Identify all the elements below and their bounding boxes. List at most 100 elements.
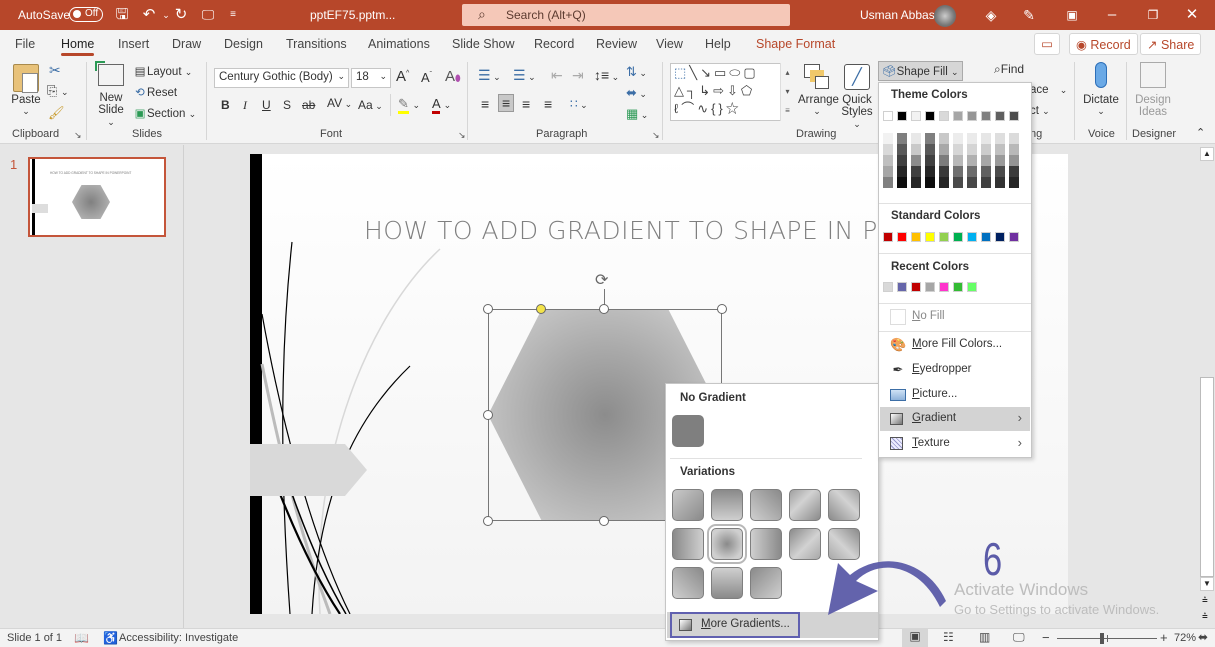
color-swatch[interactable] — [981, 155, 991, 166]
tab-help[interactable]: Help — [705, 37, 731, 51]
resize-handle-tr[interactable] — [717, 304, 727, 314]
user-name[interactable]: Usman Abbasi — [860, 8, 937, 22]
color-swatch[interactable] — [981, 111, 991, 121]
search-box[interactable]: ⌕ Search (Alt+Q) — [462, 4, 790, 26]
tab-design[interactable]: Design — [224, 37, 263, 51]
increase-indent-icon[interactable]: ⇥ — [572, 67, 584, 84]
font-color-button[interactable]: A ⌄ — [432, 96, 451, 114]
color-swatch[interactable] — [897, 111, 907, 121]
gradient-variation-swatch[interactable] — [828, 489, 860, 521]
bold-button[interactable]: B — [221, 98, 230, 112]
color-swatch[interactable] — [995, 166, 1005, 177]
color-swatch[interactable] — [939, 144, 949, 155]
columns-icon[interactable]: ∷ ⌄ — [570, 97, 588, 111]
change-case-button[interactable]: Aa ⌄ — [358, 98, 383, 112]
paste-button[interactable]: Paste ⌄ — [10, 64, 42, 117]
italic-button[interactable]: I — [243, 98, 247, 113]
comments-button[interactable]: ▭ — [1034, 33, 1060, 55]
color-swatch[interactable] — [925, 282, 935, 292]
tab-record[interactable]: Record — [534, 37, 574, 51]
character-spacing-button[interactable]: AV ⌄ — [327, 96, 352, 110]
cut-icon[interactable]: ✂ — [49, 62, 61, 79]
align-center-icon[interactable]: ≡ — [498, 94, 515, 112]
avatar[interactable] — [934, 5, 956, 27]
font-launcher-icon[interactable]: ↘ — [458, 130, 466, 141]
color-swatch[interactable] — [883, 232, 893, 242]
more-fill-colors-item[interactable]: 🎨 More Fill Colors... — [880, 333, 1030, 357]
color-swatch[interactable] — [925, 232, 935, 242]
color-swatch[interactable] — [981, 144, 991, 155]
slide-thumbnail[interactable]: HOW TO ADD GRADIENT TO SHAPE IN POWERPOI… — [28, 157, 166, 237]
tab-animations[interactable]: Animations — [368, 37, 430, 51]
resize-handle-bl[interactable] — [483, 516, 493, 526]
color-swatch[interactable] — [939, 177, 949, 188]
color-swatch[interactable] — [967, 111, 977, 121]
color-swatch[interactable] — [1009, 111, 1019, 121]
scroll-down-icon[interactable]: ▼ — [1200, 577, 1214, 591]
gradient-variation-swatch[interactable] — [750, 489, 782, 521]
resize-handle-tl[interactable] — [483, 304, 493, 314]
picture-item[interactable]: Picture... — [880, 383, 1030, 407]
collapse-ribbon-icon[interactable]: ⌃ — [1196, 126, 1205, 139]
slide-title[interactable]: HOW TO ADD GRADIENT TO SHAPE IN POWER — [364, 216, 957, 245]
search-input[interactable]: Search (Alt+Q) — [506, 8, 586, 22]
color-swatch[interactable] — [967, 133, 977, 144]
color-swatch[interactable] — [953, 282, 963, 292]
color-swatch[interactable] — [925, 166, 935, 177]
texture-item[interactable]: Texture › — [880, 432, 1030, 456]
shadow-button[interactable]: S — [283, 98, 291, 112]
tab-draw[interactable]: Draw — [172, 37, 201, 51]
color-swatch[interactable] — [1009, 166, 1019, 177]
color-swatch[interactable] — [967, 144, 977, 155]
tab-transitions[interactable]: Transitions — [286, 37, 347, 51]
dictate-button[interactable]: Dictate ⌄ — [1082, 62, 1120, 117]
color-swatch[interactable] — [897, 155, 907, 166]
color-swatch[interactable] — [911, 177, 921, 188]
color-swatch[interactable] — [925, 111, 935, 121]
color-swatch[interactable] — [995, 177, 1005, 188]
no-fill-item[interactable]: No Fill — [880, 305, 1030, 329]
shrink-font-icon[interactable]: Aˇ — [421, 70, 432, 85]
align-right-icon[interactable]: ≡ — [522, 96, 530, 112]
color-swatch[interactable] — [981, 133, 991, 144]
gradient-variation-swatch[interactable] — [789, 528, 821, 560]
clipboard-launcher-icon[interactable]: ↘ — [74, 130, 82, 141]
color-swatch[interactable] — [995, 232, 1005, 242]
color-swatch[interactable] — [995, 111, 1005, 121]
color-swatch[interactable] — [897, 166, 907, 177]
color-swatch[interactable] — [995, 155, 1005, 166]
fit-slide-icon[interactable]: ⬌ — [1198, 630, 1208, 644]
color-swatch[interactable] — [939, 232, 949, 242]
underline-button[interactable]: U — [262, 98, 271, 112]
resize-handle-tm[interactable] — [599, 304, 609, 314]
quick-styles-button[interactable]: ╱ Quick Styles ⌄ — [838, 64, 876, 130]
minimize-icon[interactable]: – — [1103, 6, 1121, 24]
color-swatch[interactable] — [1009, 144, 1019, 155]
color-swatch[interactable] — [925, 144, 935, 155]
next-slide-icon[interactable]: ⩮ — [1202, 611, 1208, 622]
arrange-button[interactable]: Arrange ⌄ — [798, 64, 839, 117]
copy-icon[interactable]: ⎘ ⌄ — [47, 83, 69, 99]
color-swatch[interactable] — [953, 144, 963, 155]
color-swatch[interactable] — [981, 177, 991, 188]
tab-slide-show[interactable]: Slide Show — [452, 37, 515, 51]
zoom-slider[interactable] — [1057, 633, 1157, 644]
notes-check-icon[interactable]: 📖 — [74, 631, 89, 645]
shape-fill-button[interactable]: 🗳Shape Fill ⌄ — [878, 61, 963, 81]
zoom-in-button[interactable]: + — [1160, 630, 1168, 645]
color-swatch[interactable] — [939, 166, 949, 177]
color-swatch[interactable] — [953, 177, 963, 188]
autosave-toggle[interactable]: Off — [69, 7, 103, 22]
align-left-icon[interactable]: ≡ — [481, 96, 489, 112]
scroll-thumb[interactable] — [1200, 377, 1214, 577]
color-swatch[interactable] — [897, 144, 907, 155]
color-swatch[interactable] — [897, 177, 907, 188]
color-swatch[interactable] — [995, 144, 1005, 155]
zoom-slider-thumb[interactable] — [1100, 633, 1104, 644]
color-swatch[interactable] — [953, 155, 963, 166]
smartart-icon[interactable]: ▦ ⌄ — [626, 106, 648, 122]
highlight-button[interactable]: ✎ ⌄ — [398, 96, 420, 114]
reset-button[interactable]: ⟲ Reset — [133, 85, 177, 99]
color-swatch[interactable] — [967, 232, 977, 242]
color-swatch[interactable] — [911, 232, 921, 242]
